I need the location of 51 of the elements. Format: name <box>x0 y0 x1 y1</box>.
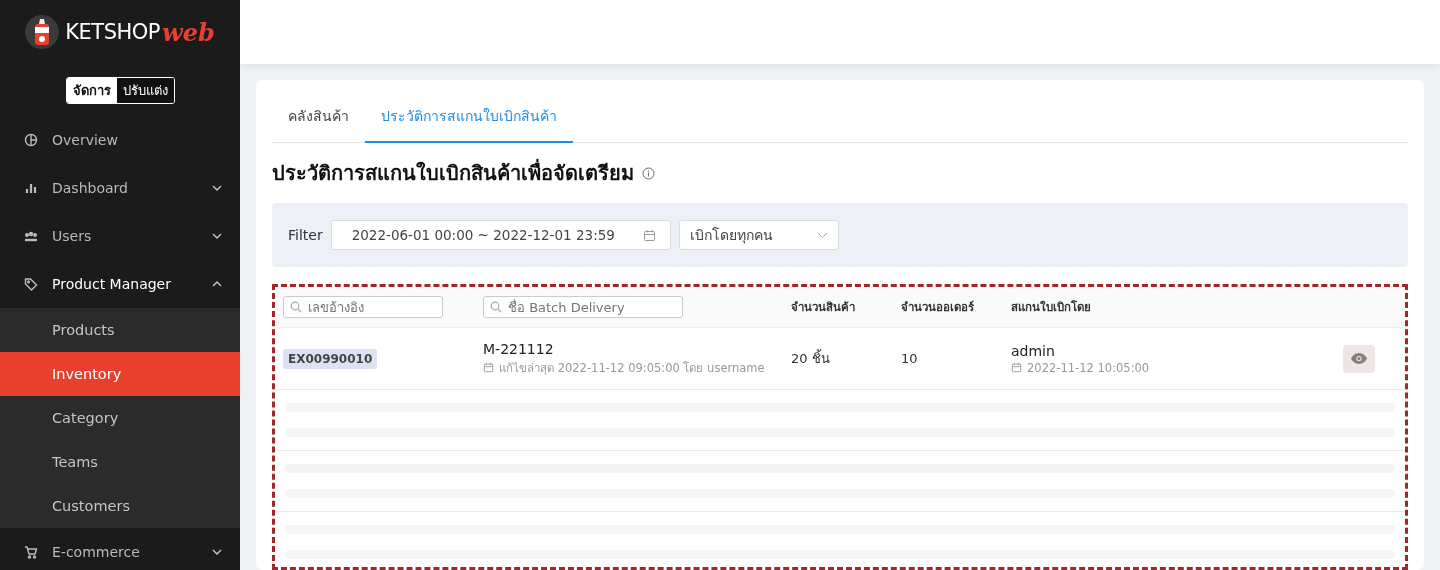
batch-name: M-221112 <box>483 340 555 357</box>
logo-text: KETSHOP <box>65 20 160 44</box>
date-range-field[interactable]: 2022-06-01 00:00 ~ 2022-12-01 23:59 <box>330 220 671 250</box>
chevron-down-icon <box>816 231 828 239</box>
chevron-down-icon <box>212 233 222 239</box>
sidebar-subitem[interactable]: Teams <box>0 440 240 484</box>
sidebar-item[interactable]: E-commerce <box>0 528 240 570</box>
chevron-down-icon <box>212 549 222 555</box>
tag-icon <box>24 277 38 291</box>
info-icon <box>642 166 655 180</box>
reference-search-field[interactable]: เลขอ้างอิง <box>283 296 443 318</box>
sidebar-item[interactable]: Dashboard <box>0 164 240 212</box>
scanner-name: admin <box>1011 342 1056 359</box>
calendar-icon <box>642 228 656 242</box>
sidebar-subitem[interactable]: Inventory <box>0 352 240 396</box>
scan-time-text: 2022-11-12 10:05:00 <box>1027 360 1150 375</box>
column-header: จำนวนสินค้า <box>790 299 856 316</box>
eye-icon <box>1351 353 1367 364</box>
view-button[interactable] <box>1343 344 1375 373</box>
filter-label: Filter <box>288 227 323 243</box>
page-title: ประวัติการสแกนใบเบิกสินค้าเพื่อจัดเตรียม <box>272 158 634 187</box>
table-cell-text: 10 <box>900 351 919 366</box>
chevron-down-icon <box>212 185 222 191</box>
requester-select[interactable]: เบิกโดยทุกคน <box>678 220 839 250</box>
calendar-icon <box>1011 362 1022 373</box>
tab[interactable]: คลังสินค้า <box>272 105 365 143</box>
last-edited-text: แก้ไขล่าสุด 2022-11-12 09:05:00 โดย username <box>499 359 765 377</box>
sidebar-subitem[interactable]: Category <box>0 396 240 440</box>
bar-chart-icon <box>24 181 38 195</box>
sidebar-subitem[interactable]: Products <box>0 308 240 352</box>
sidebar-item[interactable]: Users <box>0 212 240 260</box>
users-icon <box>24 229 38 243</box>
mode-toggle-option[interactable]: จัดการ <box>66 77 117 103</box>
tab[interactable]: ประวัติการสแกนใบเบิกสินค้า <box>365 105 573 143</box>
column-header: สแกนใบเบิกโดย <box>1010 299 1092 316</box>
logo-suffix: web <box>162 17 215 47</box>
calendar-icon <box>483 362 494 373</box>
sidebar-item[interactable]: Product Manager <box>0 260 240 308</box>
column-header: จำนวนออเดอร์ <box>900 299 975 316</box>
table-cell-text: 20 ชิ้น <box>790 348 831 368</box>
mode-toggle-option[interactable]: ปรับแต่ง <box>116 77 174 103</box>
sidebar-subitem[interactable]: Customers <box>0 484 240 528</box>
cart-icon <box>24 545 38 559</box>
search-icon <box>490 301 502 313</box>
sidebar-item[interactable]: Overview <box>0 116 240 164</box>
reference-tag: EX00990010 <box>283 349 378 369</box>
search-icon <box>290 301 302 313</box>
batch-search-field[interactable]: ชื่อ Batch Delivery <box>483 296 683 318</box>
sauce-bottle-logo-icon <box>25 15 60 49</box>
pie-chart-icon <box>24 133 38 147</box>
chevron-up-icon <box>212 281 222 287</box>
